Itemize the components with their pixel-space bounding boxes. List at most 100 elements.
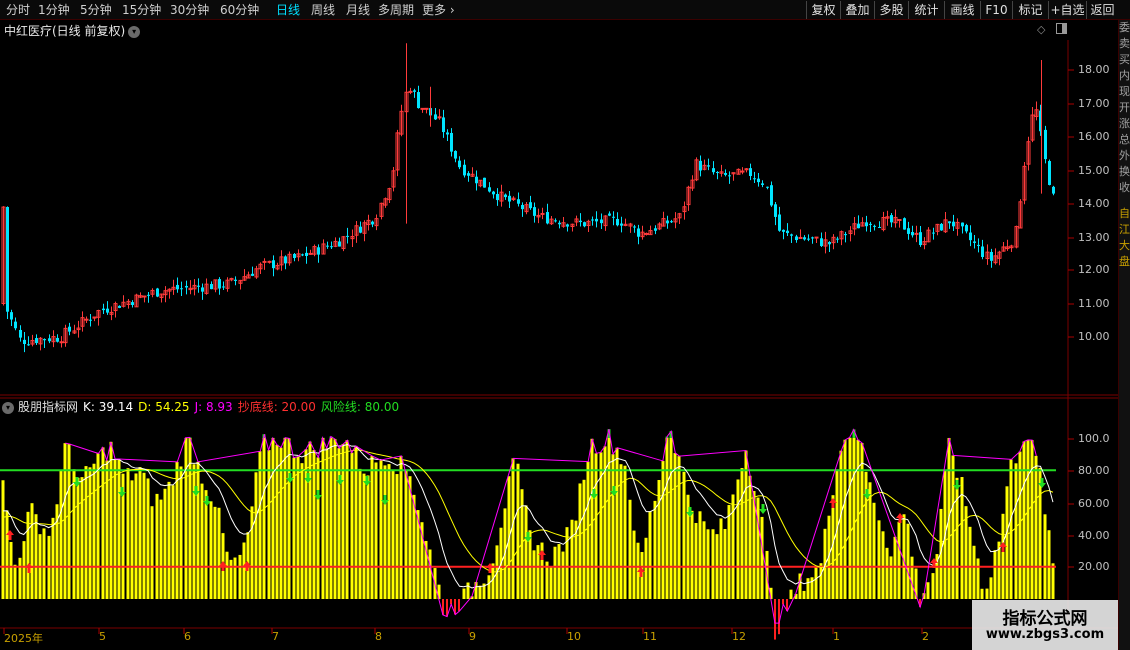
candle-body — [616, 218, 619, 226]
candle-body — [586, 220, 591, 226]
kdj-bar — [926, 582, 930, 599]
oversold-bar — [774, 599, 776, 640]
oversold-bar — [786, 599, 788, 612]
kdj-bar — [885, 547, 889, 599]
candle-body — [222, 286, 225, 288]
candle-body — [620, 223, 623, 226]
candle-body — [803, 237, 806, 240]
period-5min[interactable]: 5分钟 — [80, 2, 112, 18]
candle-body — [296, 253, 301, 258]
mark-button[interactable]: 标记 — [1012, 1, 1048, 19]
period-daily[interactable]: 日线 — [276, 2, 300, 18]
candle-body — [1048, 161, 1051, 185]
candle-body — [185, 285, 188, 288]
candle-body — [852, 223, 857, 230]
period-multi[interactable]: 多周期 — [378, 2, 414, 18]
candle-body — [106, 308, 109, 313]
kdj-bar — [55, 504, 59, 599]
candle-body — [903, 218, 906, 230]
period-60min[interactable]: 60分钟 — [220, 2, 259, 18]
buy-arrow-icon — [486, 563, 494, 573]
kdj-bar — [524, 505, 528, 599]
candle-body — [229, 277, 234, 281]
candle-body — [955, 221, 960, 229]
kdj-bar — [213, 506, 217, 599]
candle-body — [724, 173, 727, 175]
candle-body — [952, 221, 955, 227]
overlay-button[interactable]: 叠加 — [840, 1, 874, 19]
indicator-tick-label: 100.0 — [1078, 432, 1110, 445]
candle-body — [488, 187, 491, 192]
candle-body — [408, 90, 413, 93]
kdj-bar — [51, 517, 55, 599]
candle-body — [677, 213, 682, 219]
multi-stock-button[interactable]: 多股 — [874, 1, 908, 19]
fuquan-button[interactable]: 复权 — [806, 1, 840, 19]
candle-body — [690, 179, 695, 189]
candle-body — [51, 336, 56, 343]
kdj-bar — [18, 557, 22, 599]
kdj-bar — [362, 473, 366, 599]
candlestick-series — [1, 43, 1055, 353]
kdj-bar — [1, 480, 5, 599]
statistics-button[interactable]: 统计 — [908, 1, 944, 19]
time-tick-label: 9 — [469, 630, 476, 643]
overbought-bar — [262, 434, 266, 438]
candle-body — [326, 245, 329, 247]
kdj-bar — [810, 577, 814, 599]
buy-arrow-icon — [6, 530, 14, 540]
kdj-bar — [337, 448, 341, 599]
kdj-bar — [466, 582, 470, 599]
back-button[interactable]: 返回 — [1086, 1, 1118, 19]
candle-body — [981, 246, 984, 258]
kdj-bar — [416, 510, 420, 599]
draw-line-button[interactable]: 画线 — [944, 1, 980, 19]
kdj-bar — [258, 451, 262, 599]
candle-body — [150, 289, 155, 295]
f10-button[interactable]: F10 — [980, 1, 1012, 19]
candle-body — [341, 236, 346, 250]
period-monthly[interactable]: 月线 — [346, 2, 370, 18]
chevron-down-icon[interactable]: ▾ — [2, 401, 14, 414]
candle-body — [798, 236, 803, 239]
quote-field-label: 涨 — [1119, 117, 1130, 130]
kdj-bar — [960, 477, 964, 599]
kdj-bar — [636, 542, 640, 599]
kdj-bar — [947, 438, 951, 599]
period-1min[interactable]: 1分钟 — [38, 2, 70, 18]
candle-body — [728, 175, 731, 177]
candle-body — [80, 317, 85, 327]
quote-field-label: 外 — [1119, 149, 1130, 162]
kdj-bar — [1030, 440, 1034, 599]
window-toggle-icon[interactable] — [1056, 23, 1067, 34]
period-15min[interactable]: 15分钟 — [122, 2, 161, 18]
kdj-bar — [121, 473, 125, 599]
time-tick-label: 5 — [99, 630, 106, 643]
period-fenshi[interactable]: 分时 — [6, 2, 30, 18]
kdj-bar — [267, 450, 271, 599]
kdj-bar — [619, 464, 623, 599]
kdj-bar — [823, 528, 827, 599]
kdj-bar — [864, 471, 868, 599]
candle-body — [873, 225, 876, 227]
candle-body — [670, 221, 673, 223]
candle-body — [478, 179, 483, 187]
candle-body — [366, 219, 371, 226]
add-watchlist-button[interactable]: +自选 — [1048, 1, 1086, 19]
indicator-header: ▾ 股朋指标网 K: 39.14 D: 54.25 J: 8.93 抄底线: 20.00 风… — [2, 398, 404, 414]
sell-arrow-icon — [953, 480, 961, 490]
kdj-bar — [561, 551, 565, 599]
period-more[interactable]: 更多 › — [422, 2, 455, 18]
buy-arrow-icon — [930, 558, 938, 568]
kdj-bar — [839, 450, 843, 599]
kdj-bar — [814, 566, 818, 599]
candle-body — [603, 215, 608, 227]
chevron-down-icon[interactable]: ▾ — [128, 25, 141, 38]
diamond-icon[interactable]: ◇ — [1037, 23, 1045, 36]
period-weekly[interactable]: 周线 — [311, 2, 335, 18]
kdj-bar — [437, 584, 441, 599]
kdj-bar — [275, 444, 279, 599]
period-30min[interactable]: 30分钟 — [170, 2, 209, 18]
kdj-bar — [690, 510, 694, 599]
candle-body — [922, 241, 927, 246]
